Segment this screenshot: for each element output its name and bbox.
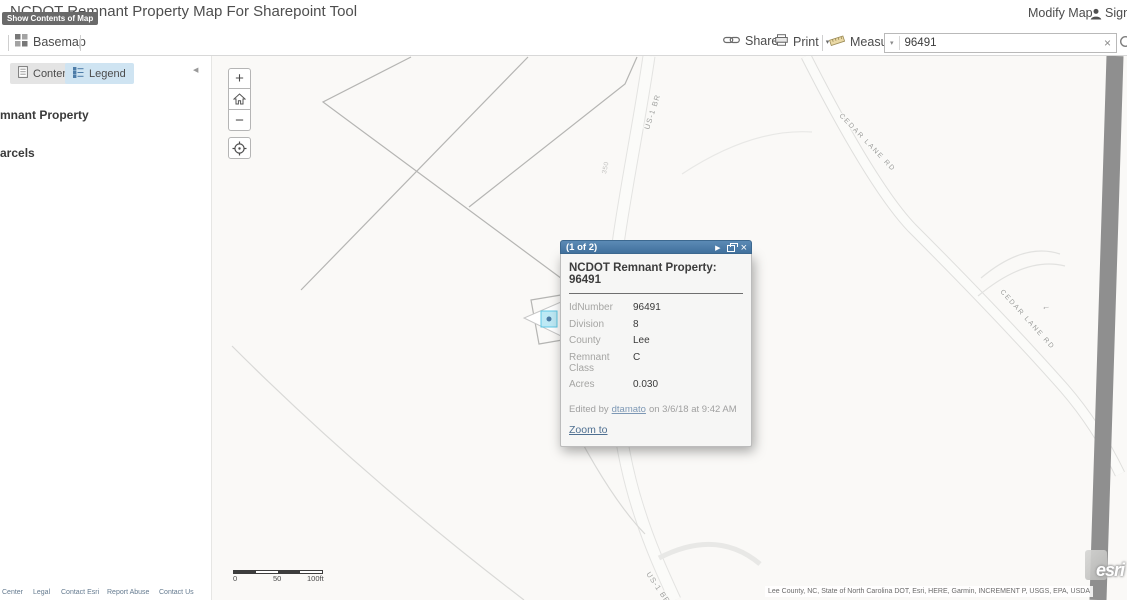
find-my-location-button[interactable] bbox=[228, 137, 251, 159]
esri-logo[interactable]: esri bbox=[1085, 548, 1127, 600]
ruler-icon bbox=[829, 34, 845, 50]
scalebar-tick: 0 bbox=[233, 574, 237, 583]
side-panel: Content Legend ◀ mnant Property arcels bbox=[0, 56, 211, 600]
tab-legend[interactable]: Legend bbox=[65, 63, 134, 84]
popup-title: NCDOT Remnant Property: 96491 bbox=[569, 262, 743, 294]
zoom-out-button[interactable]: − bbox=[228, 110, 251, 131]
toolbar-separator bbox=[822, 35, 823, 51]
legend-layer-remnant-property: mnant Property bbox=[0, 108, 89, 122]
search-box[interactable]: ▾ × bbox=[884, 33, 1117, 53]
popup-close-icon[interactable]: × bbox=[741, 243, 747, 253]
map-attribution: Lee County, NC, State of North Carolina … bbox=[765, 586, 1093, 597]
locate-icon bbox=[232, 141, 247, 156]
popup-dock-icon[interactable] bbox=[727, 245, 735, 252]
modify-map-button[interactable]: Modify Map bbox=[1028, 6, 1093, 20]
edited-by-line: Edited bydtamatoon 3/6/18 at 9:42 AM bbox=[569, 404, 743, 415]
search-icon[interactable] bbox=[1119, 35, 1127, 56]
legend-list-icon bbox=[73, 67, 84, 81]
popup-pager: (1 of 2) bbox=[566, 242, 597, 253]
zoom-in-button[interactable]: + bbox=[228, 68, 251, 89]
scalebar: 0 50 100ft bbox=[233, 570, 323, 583]
person-icon bbox=[1090, 7, 1102, 25]
scalebar-tick: 50 bbox=[273, 574, 281, 583]
basemap-button[interactable]: Basemap bbox=[15, 34, 86, 50]
footer-link-contact-us[interactable]: Contact Us bbox=[159, 589, 194, 596]
table-row: County Lee bbox=[569, 335, 743, 346]
search-clear-icon[interactable]: × bbox=[1099, 36, 1116, 50]
home-button[interactable] bbox=[228, 89, 251, 110]
toolbar-separator bbox=[8, 35, 9, 51]
content-page-icon bbox=[18, 66, 28, 81]
home-icon bbox=[233, 93, 246, 105]
attribute-table: IdNumber 96491 Division 8 County Lee Rem… bbox=[569, 302, 743, 390]
search-input[interactable] bbox=[900, 37, 1099, 49]
table-row: Division 8 bbox=[569, 319, 743, 330]
road-label-ramp: 350 bbox=[601, 161, 610, 175]
toolbar-separator bbox=[80, 35, 81, 51]
one-way-arrow-icon: ← bbox=[1040, 300, 1051, 312]
footer-link-legal[interactable]: Legal bbox=[33, 589, 50, 596]
popup-header[interactable]: (1 of 2) ▶ × bbox=[560, 240, 752, 254]
footer-link-contact-esri[interactable]: Contact Esri bbox=[61, 589, 99, 596]
search-dropdown-icon[interactable]: ▾ bbox=[885, 39, 899, 47]
printer-icon bbox=[775, 34, 788, 49]
feature-popup: (1 of 2) ▶ × NCDOT Remnant Property: 964… bbox=[560, 240, 752, 447]
zoom-to-link[interactable]: Zoom to bbox=[569, 424, 608, 436]
show-contents-tooltip: Show Contents of Map bbox=[2, 12, 98, 25]
table-row: IdNumber 96491 bbox=[569, 302, 743, 313]
collapse-panel-icon[interactable]: ◀ bbox=[193, 66, 198, 74]
share-button[interactable]: Share bbox=[723, 34, 778, 48]
sign-in-button[interactable]: Sign bbox=[1105, 6, 1127, 20]
basemap-grid-icon bbox=[15, 34, 28, 50]
popup-next-icon[interactable]: ▶ bbox=[715, 244, 720, 252]
table-row: Acres 0.030 bbox=[569, 379, 743, 390]
legend-layer-parcels: arcels bbox=[0, 146, 35, 160]
share-link-icon bbox=[723, 34, 740, 48]
selected-feature-point bbox=[547, 317, 552, 322]
footer-link-center[interactable]: Center bbox=[2, 589, 23, 596]
table-row: Remnant Class C bbox=[569, 352, 743, 374]
zoom-controls: + − bbox=[228, 68, 251, 131]
popup-body: NCDOT Remnant Property: 96491 IdNumber 9… bbox=[560, 254, 752, 447]
editor-user-link[interactable]: dtamato bbox=[612, 404, 646, 415]
footer-link-report-abuse[interactable]: Report Abuse bbox=[107, 589, 149, 596]
scalebar-tick: 100ft bbox=[307, 574, 324, 583]
